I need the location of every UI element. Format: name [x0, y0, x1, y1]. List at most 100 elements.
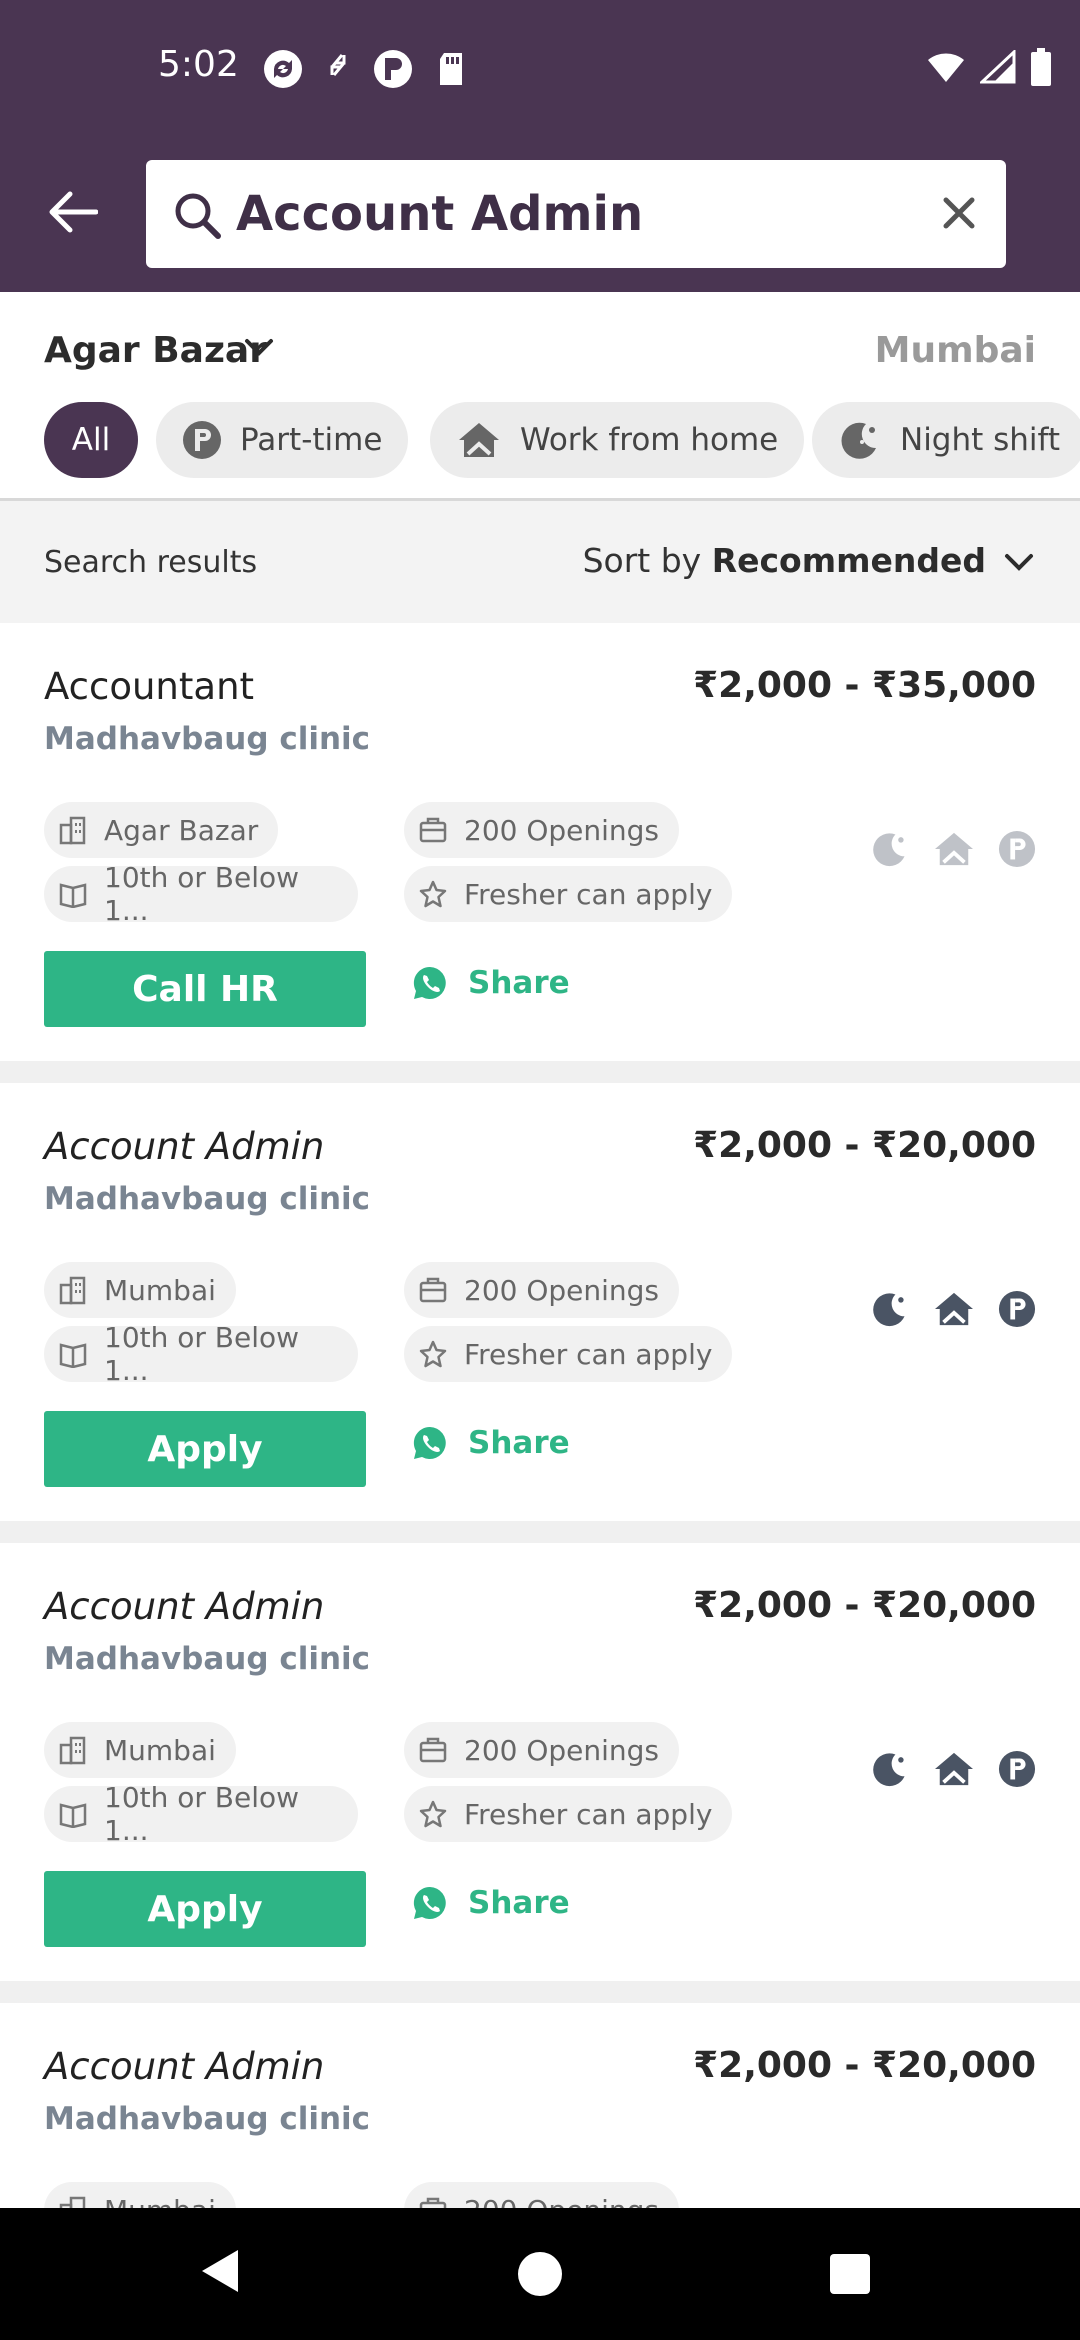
nav-recents-icon[interactable]: [830, 2254, 870, 2294]
sort-dropdown[interactable]: Sort by Recommended: [583, 541, 986, 580]
moon-icon: [870, 829, 910, 873]
compress-icon: [326, 51, 350, 91]
job-card[interactable]: Account Admin ₹2,000 - ₹20,000 Madhavbau…: [0, 1083, 1080, 1521]
status-bar: 5:02: [0, 0, 1080, 140]
back-button[interactable]: [40, 180, 104, 244]
results-bar: Search results Sort by Recommended: [0, 501, 1080, 623]
share-label: Share: [468, 1425, 570, 1461]
wifi-icon: [926, 50, 966, 88]
nav-back-icon[interactable]: [198, 2246, 242, 2300]
tag-label: Agar Bazar: [104, 813, 259, 847]
chevron-down-icon[interactable]: [1004, 551, 1034, 577]
whatsapp-icon: [412, 1885, 448, 1921]
job-type-icons: [870, 829, 1036, 873]
salary: ₹2,000 - ₹20,000: [693, 1585, 1036, 1626]
clear-search-button[interactable]: [936, 190, 982, 240]
search-input[interactable]: [236, 182, 886, 246]
filter-chip-night-shift[interactable]: Night shift: [812, 402, 1080, 478]
sort-prefix: Sort by: [582, 541, 702, 580]
system-status-icons: [926, 48, 1052, 90]
company-name: Madhavbaug clinic: [44, 1181, 371, 1217]
star-icon: [418, 1339, 448, 1369]
p-app-icon: [372, 48, 414, 94]
sd-card-icon: [436, 51, 466, 91]
experience-tag: Fresher can apply: [404, 1786, 733, 1842]
whatsapp-icon: [412, 965, 448, 1001]
location-tag: Agar Bazar: [44, 802, 279, 858]
tag-label: 10th or Below 1...: [104, 1321, 300, 1387]
experience-tag: Fresher can apply: [404, 866, 733, 922]
share-button[interactable]: Share: [412, 965, 570, 1001]
briefcase-icon: [418, 2196, 448, 2208]
chevron-down-icon[interactable]: [244, 336, 274, 362]
share-button[interactable]: Share: [412, 1885, 570, 1921]
job-type-icons: [870, 1749, 1036, 1793]
filter-chip-work-from-home[interactable]: Work from home: [430, 402, 805, 478]
card-separator: [0, 1521, 1080, 1543]
results-label: Search results: [44, 545, 258, 580]
share-button[interactable]: Share: [412, 1425, 570, 1461]
filter-chip-all[interactable]: All: [44, 402, 138, 478]
tag-label: Mumbai: [104, 2194, 216, 2209]
job-type-icons: [870, 1289, 1036, 1333]
chip-label: Night shift: [900, 422, 1061, 458]
part-time-p-icon: [998, 1290, 1036, 1332]
location-tag: Mumbai: [44, 1722, 236, 1778]
briefcase-icon: [418, 1736, 448, 1764]
company-name: Madhavbaug clinic: [44, 721, 371, 757]
card-separator: [0, 1981, 1080, 2003]
nav-home-icon[interactable]: [518, 2252, 562, 2296]
search-box[interactable]: [146, 160, 1006, 268]
salary: ₹2,000 - ₹35,000: [693, 665, 1036, 706]
share-label: Share: [468, 1885, 570, 1921]
filter-chip-part-time[interactable]: Part-time: [156, 402, 409, 478]
home-icon: [932, 830, 976, 872]
battery-icon: [1030, 48, 1052, 90]
book-icon: [58, 1800, 88, 1828]
part-time-p-icon: [998, 1750, 1036, 1792]
location-tag: Mumbai: [44, 2182, 236, 2208]
call-hr-button[interactable]: Call HR: [44, 951, 366, 1027]
company-name: Madhavbaug clinic: [44, 1641, 371, 1677]
star-icon: [418, 1799, 448, 1829]
tag-label: Mumbai: [104, 1733, 216, 1767]
area-selector[interactable]: Agar Bazar: [44, 330, 267, 371]
salary: ₹2,000 - ₹20,000: [693, 2045, 1036, 2086]
job-card[interactable]: Account Admin ₹2,000 - ₹20,000 Madhavbau…: [0, 2003, 1080, 2208]
company-name: Madhavbaug clinic: [44, 2101, 371, 2137]
tag-label: Fresher can apply: [464, 877, 713, 911]
job-card[interactable]: Accountant ₹2,000 - ₹35,000 Madhavbaug c…: [0, 623, 1080, 1061]
search-icon: [172, 190, 222, 244]
app-header: 5:02: [0, 0, 1080, 292]
tag-label: 10th or Below 1...: [104, 1781, 300, 1847]
signal-icon: [978, 48, 1016, 88]
close-icon: [943, 197, 975, 229]
briefcase-icon: [418, 816, 448, 844]
part-time-p-icon: [998, 830, 1036, 872]
salary: ₹2,000 - ₹20,000: [693, 1125, 1036, 1166]
openings-tag: 200 Openings: [404, 802, 680, 858]
briefcase-icon: [418, 1276, 448, 1304]
share-label: Share: [468, 965, 570, 1001]
job-title: Account Admin: [44, 2045, 325, 2088]
building-icon: [58, 1275, 88, 1305]
tag-label: Mumbai: [104, 1273, 216, 1307]
job-title: Account Admin: [44, 1125, 325, 1168]
chip-label: All: [71, 422, 111, 458]
tag-label: 10th or Below 1...: [104, 861, 300, 927]
experience-tag: Fresher can apply: [404, 1326, 733, 1382]
home-icon: [932, 1750, 976, 1792]
card-separator: [0, 1061, 1080, 1083]
openings-tag: 200 Openings: [404, 1722, 680, 1778]
location-tag: Mumbai: [44, 1262, 236, 1318]
apply-button[interactable]: Apply: [44, 1411, 366, 1487]
job-card[interactable]: Account Admin ₹2,000 - ₹20,000 Madhavbau…: [0, 1543, 1080, 1981]
city-label[interactable]: Mumbai: [875, 330, 1036, 371]
tag-label: 200 Openings: [464, 813, 660, 847]
moon-icon: [838, 418, 882, 462]
star-icon: [418, 879, 448, 909]
notification-icons: [262, 48, 466, 94]
tag-label: Fresher can apply: [464, 1337, 713, 1371]
apply-button[interactable]: Apply: [44, 1871, 366, 1947]
openings-tag: 200 Openings: [404, 1262, 680, 1318]
